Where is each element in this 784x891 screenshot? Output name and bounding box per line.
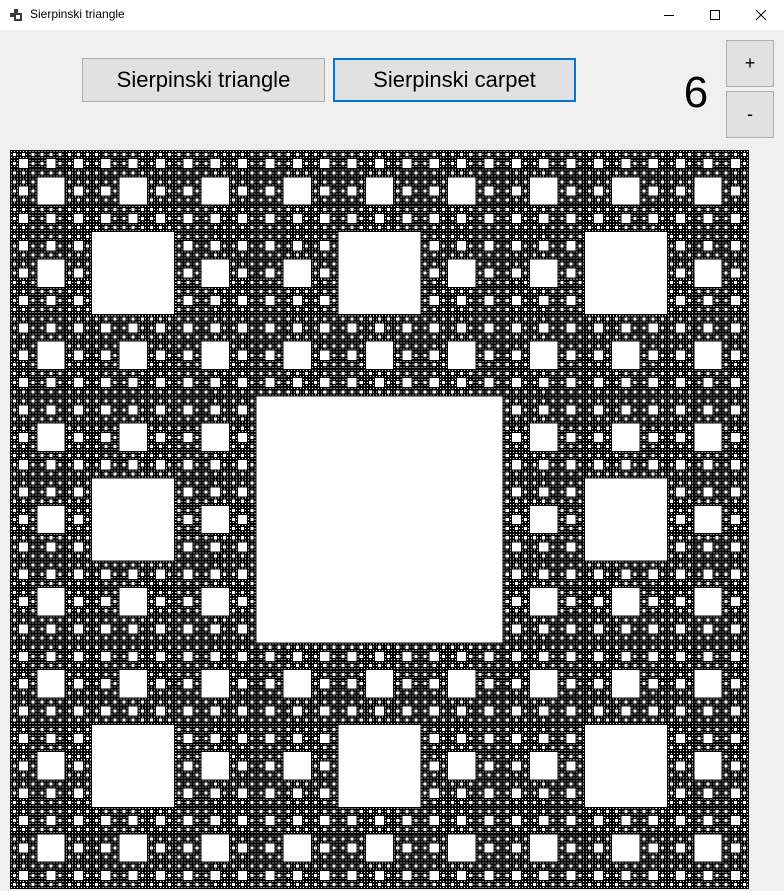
maximize-button[interactable] [692,0,738,30]
carpet-holes [11,151,748,888]
close-icon [756,10,766,20]
close-button[interactable] [738,0,784,30]
fractal-canvas [10,150,749,889]
sierpinski-carpet-button[interactable]: Sierpinski carpet [333,58,576,102]
sierpinski-carpet-drawing [10,150,749,889]
maximize-icon [710,10,720,20]
level-counter: 6 [683,68,709,117]
window-title: Sierpinski triangle [30,7,125,21]
title-bar[interactable]: Sierpinski triangle [0,0,784,30]
app-window-icon [10,9,22,21]
minimize-icon [664,15,674,16]
increase-level-button[interactable]: + [726,40,774,87]
decrease-level-button[interactable]: - [726,91,774,138]
minimize-button[interactable] [646,0,692,30]
client-area: Sierpinski triangle Sierpinski carpet 6 … [0,30,784,891]
sierpinski-triangle-button[interactable]: Sierpinski triangle [82,58,325,102]
app-window: Sierpinski triangle Sierpinski triangle … [0,0,784,891]
